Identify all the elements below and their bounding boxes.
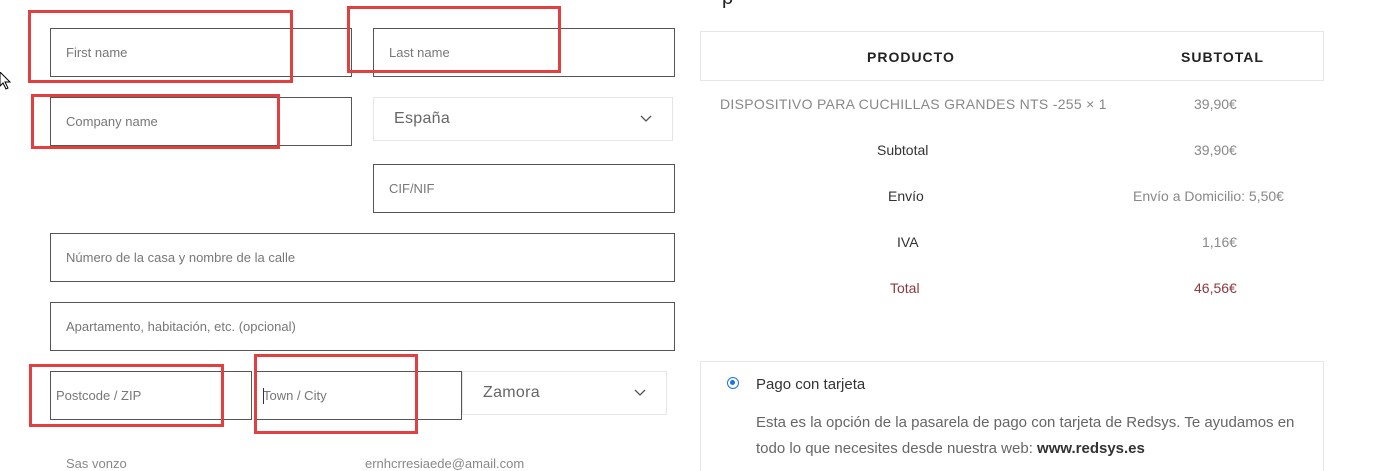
subtotal-label: Subtotal bbox=[877, 142, 929, 158]
shipping-value: Envío a Domicilio: 5,50€ bbox=[1133, 188, 1284, 204]
chevron-down-icon bbox=[634, 389, 646, 396]
mouse-cursor-icon bbox=[0, 72, 12, 90]
phone-field-cutoff: Sas vonzo bbox=[66, 456, 127, 471]
apartment-input[interactable] bbox=[51, 303, 674, 350]
tax-value: 1,16€ bbox=[1202, 234, 1238, 250]
first-name-input[interactable] bbox=[51, 29, 351, 76]
order-table-header: PRODUCTO SUBTOTAL bbox=[700, 31, 1324, 81]
province-select[interactable]: Zamora bbox=[462, 371, 667, 415]
apartment-field[interactable] bbox=[50, 302, 675, 351]
payment-website-link[interactable]: www.redsys.es bbox=[1037, 440, 1145, 457]
shipping-label: Envío bbox=[888, 188, 924, 204]
company-name-input[interactable] bbox=[51, 98, 351, 145]
city-input[interactable] bbox=[257, 372, 461, 419]
tax-label: IVA bbox=[897, 234, 919, 250]
total-value: 46,56€ bbox=[1194, 280, 1237, 296]
payment-radio-card[interactable] bbox=[727, 377, 739, 389]
order-item-price: 39,90€ bbox=[1194, 96, 1237, 112]
company-name-field[interactable] bbox=[50, 97, 352, 146]
street-address-field[interactable] bbox=[50, 233, 675, 282]
province-select-value: Zamora bbox=[483, 384, 540, 401]
country-select-value: España bbox=[394, 110, 451, 127]
city-field[interactable] bbox=[256, 371, 462, 420]
payment-description-text: Esta es la opción de la pasarela de pago… bbox=[756, 414, 1295, 457]
country-select[interactable]: España bbox=[373, 97, 673, 141]
postcode-field[interactable] bbox=[50, 371, 252, 420]
last-name-field[interactable] bbox=[373, 28, 675, 77]
column-header-subtotal: SUBTOTAL bbox=[1181, 49, 1264, 65]
payment-method-label[interactable]: Pago con tarjeta bbox=[756, 376, 865, 393]
total-label: Total bbox=[890, 280, 920, 296]
last-name-input[interactable] bbox=[374, 29, 674, 76]
chevron-down-icon bbox=[640, 115, 652, 122]
column-header-product: PRODUCTO bbox=[867, 49, 955, 65]
payment-description: Esta es la opción de la pasarela de pago… bbox=[756, 410, 1316, 462]
street-address-input[interactable] bbox=[51, 234, 674, 281]
order-item-name: DISPOSITIVO PARA CUCHILLAS GRANDES NTS -… bbox=[720, 96, 1107, 112]
cif-nif-input[interactable] bbox=[374, 165, 674, 212]
order-heading: p bbox=[722, 0, 733, 10]
cif-nif-field[interactable] bbox=[373, 164, 675, 213]
text-caret bbox=[263, 388, 264, 404]
subtotal-value: 39,90€ bbox=[1194, 142, 1237, 158]
first-name-field[interactable] bbox=[50, 28, 352, 77]
postcode-input[interactable] bbox=[51, 372, 251, 419]
email-field-cutoff: ernhcrresiaede@amail.com bbox=[365, 456, 525, 471]
